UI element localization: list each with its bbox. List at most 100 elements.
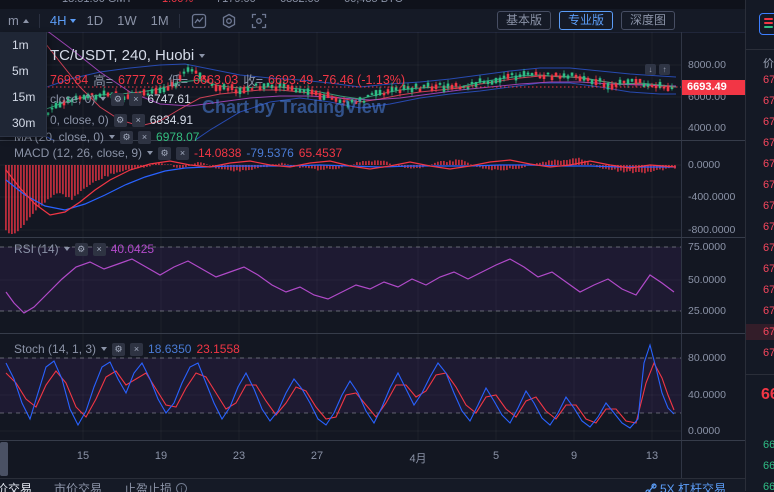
chart-marker-badges: ↓ ↑ <box>645 64 670 75</box>
orderbook-bid-row[interactable]: 66 <box>746 437 774 453</box>
stoch-legend: Stoch (14, 1, 3) ⚙ × 18.6350 23.1558 <box>14 342 240 356</box>
ticker-value: 7179.00 <box>216 0 256 5</box>
view-button[interactable]: 深度图 <box>621 11 675 30</box>
y-axis-tick: 50.0000 <box>688 274 726 286</box>
price-axis-border <box>681 32 682 478</box>
x-axis-tick: 5 <box>481 450 511 462</box>
gear-icon[interactable]: ⚙ <box>111 93 124 106</box>
settings-icon[interactable] <box>220 12 238 30</box>
orderbook-ask-row[interactable]: 67 <box>746 135 774 151</box>
orderbook-mode-button[interactable] <box>759 13 774 35</box>
trade-tab-label: 止盈止损 <box>124 480 172 492</box>
trade-tab[interactable]: 限价交易 <box>0 480 32 492</box>
gear-icon[interactable]: ⚙ <box>114 114 127 127</box>
trade-tab[interactable]: 市价交易 <box>54 480 102 492</box>
macd-histogram <box>5 158 676 234</box>
orderbook-ask-row[interactable]: 67 <box>746 240 774 256</box>
y-axis-tick: 0.0000 <box>688 425 720 437</box>
gear-icon[interactable]: ⚙ <box>158 147 171 160</box>
interval-1w-button[interactable]: 1W <box>117 13 137 28</box>
chevron-down-icon <box>64 247 70 251</box>
orderbook-ask-row[interactable]: 67 <box>746 72 774 88</box>
trade-tab-bar: 限价交易 市价交易 止盈止损i 5X 杠杆交易 <box>0 478 745 492</box>
toolbar-divider <box>179 14 180 28</box>
orderbook-ask-row[interactable]: 67 <box>746 114 774 130</box>
y-axis-tick: 4000.00 <box>688 122 726 134</box>
interval-option-5m[interactable]: 5m <box>0 58 46 84</box>
ticker-row: 18:51:00 GMT1.00%7179.006882.0066,435 BT… <box>0 0 774 9</box>
macd-signal-line <box>6 165 676 210</box>
orderbook-ask-row[interactable]: 67 <box>746 282 774 298</box>
arrow-up-badge-icon[interactable]: ↑ <box>659 64 670 75</box>
interval-1d-button[interactable]: 1D <box>86 13 103 28</box>
orderbook-ask-row[interactable]: 67 <box>746 198 774 214</box>
close-icon[interactable]: × <box>130 343 143 356</box>
close-icon[interactable]: × <box>129 93 142 106</box>
close-icon[interactable]: × <box>176 147 189 160</box>
orderbook-ask-row[interactable]: 67 <box>746 156 774 172</box>
ohlc-segment: 低= <box>168 70 188 89</box>
gear-icon[interactable]: ⚙ <box>112 343 125 356</box>
symbol-title[interactable]: TC/USDT, 240, Huobi <box>50 47 205 64</box>
y-axis-tick: 0.0000 <box>688 159 720 171</box>
gear-icon[interactable]: ⚙ <box>75 243 88 256</box>
orderbook-bid-row[interactable]: 66 <box>746 458 774 474</box>
y-axis-tick: 25.0000 <box>688 305 726 317</box>
macd-line <box>6 160 676 215</box>
y-axis-tick: 80.0000 <box>688 352 726 364</box>
orderbook-ask-row[interactable]: 67 <box>746 261 774 277</box>
interval-option-30m[interactable]: 30m <box>0 110 46 136</box>
view-button[interactable]: 基本版 <box>497 11 551 30</box>
x-axis-tick: 19 <box>146 450 176 462</box>
rsi-band <box>0 247 681 311</box>
chevron-down-icon <box>70 19 76 23</box>
orderbook-column: 价 6767676767676767676767676767666666 66 <box>745 0 774 491</box>
x-axis-tick: 13 <box>637 450 667 462</box>
orderbook-ask-row[interactable]: 67 <box>746 219 774 235</box>
indicator-icon[interactable] <box>190 12 208 30</box>
leverage-trade-link[interactable]: 5X 杠杆交易 <box>645 480 726 492</box>
orderbook-divider <box>746 49 774 50</box>
chevron-down-icon <box>101 347 107 351</box>
ticker-value: 66,435 BTC <box>344 0 403 5</box>
interval-4h-button[interactable]: 4H <box>50 13 77 28</box>
panel-divider[interactable] <box>0 333 745 334</box>
close-icon[interactable]: × <box>132 114 145 127</box>
orderbook-ask-row[interactable]: 67 <box>746 345 774 361</box>
x-axis-tick: 23 <box>224 450 254 462</box>
interval-minutes-label: m <box>8 13 19 28</box>
orderbook-ask-row[interactable]: 67 <box>746 177 774 193</box>
tradingview-watermark: Chart by TradingView <box>202 97 386 118</box>
panel-divider <box>0 440 745 441</box>
gear-icon[interactable]: ⚙ <box>120 131 133 144</box>
trade-tab-label: 限价交易 <box>0 480 32 492</box>
orderbook-bid-row[interactable]: 66 <box>746 479 774 491</box>
interval-option-15m[interactable]: 15m <box>0 84 46 110</box>
orderbook-ask-row[interactable]: 67 <box>746 324 774 340</box>
view-button[interactable]: 专业版 <box>559 11 613 30</box>
close-icon[interactable]: × <box>93 243 106 256</box>
x-axis-scrollbar-handle[interactable] <box>0 442 8 476</box>
chevron-down-icon <box>199 54 205 58</box>
view-mode-buttons: 基本版专业版深度图 <box>497 11 675 30</box>
ohlc-segment: -76.46 (-1.13%) <box>318 73 405 87</box>
orderbook-ask-row[interactable]: 67 <box>746 303 774 319</box>
screenshot-icon[interactable] <box>250 12 268 30</box>
chevron-up-icon <box>23 19 29 23</box>
interval-1m-button[interactable]: 1M <box>151 13 169 28</box>
interval-minutes-dropdown-button[interactable]: m <box>8 13 29 28</box>
x-axis-tick: 27 <box>302 450 332 462</box>
trade-tab[interactable]: 止盈止损i <box>124 480 187 492</box>
ohlc-readout: 769.84高=6777.78低=6663.03收=6693.49-76.46 … <box>50 70 405 89</box>
panel-divider[interactable] <box>0 237 745 238</box>
chevron-down-icon <box>100 97 106 101</box>
orderbook-ask-row[interactable]: 67 <box>746 93 774 109</box>
arrow-down-badge-icon[interactable]: ↓ <box>645 64 656 75</box>
close-icon[interactable]: × <box>138 131 151 144</box>
interval-option-1m[interactable]: 1m <box>0 32 46 58</box>
y-axis-tick: 75.0000 <box>688 241 726 253</box>
x-axis-tick: 9 <box>559 450 589 462</box>
interval-dropdown-menu: 1m5m15m30m <box>0 32 47 137</box>
orderbook-last-price: 66 <box>761 386 774 404</box>
y-axis-tick: -400.0000 <box>688 191 735 203</box>
